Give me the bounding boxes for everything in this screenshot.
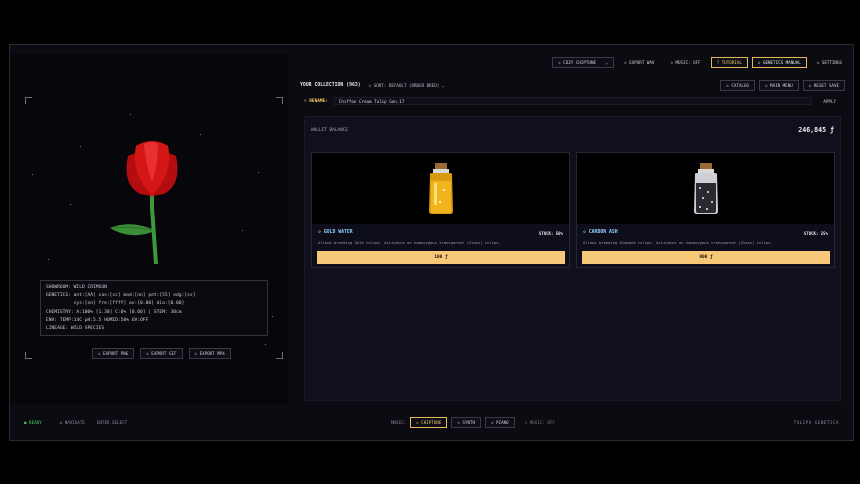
export-gif-button[interactable]: ◇ EXPORT GIF (140, 348, 183, 359)
wallet-balance: 246,845 ƒ (798, 126, 834, 134)
info-line: SHOWROOM: WILD CRIMSON (46, 285, 107, 290)
item-image (312, 153, 569, 224)
catalog-button[interactable]: ◇ CATALOG (720, 80, 755, 91)
music-piano-button[interactable]: ◇ PIANO (485, 417, 515, 428)
apply-button[interactable]: APPLY (818, 98, 841, 105)
tulip-stem (150, 194, 158, 265)
hotkey-navigate: ⇆ NAVIGATE (59, 419, 85, 425)
buy-gold-water-button[interactable]: 100 ƒ (317, 251, 565, 264)
collection-area: YOUR COLLECTION (963) ◇ SORT: DEFAULT (O… (300, 76, 845, 401)
main-menu-button[interactable]: ◇ MAIN MENU (759, 80, 799, 91)
diamond-icon: ◇ (318, 230, 321, 235)
shop-panel: WALLET BALANCE 246,845 ƒ ◇ GOLD WATER ST… (304, 116, 841, 401)
settings-button[interactable]: ◇ SETTINGS (811, 57, 848, 68)
tulip-leaf (110, 224, 152, 236)
item-image (577, 153, 834, 224)
frame-corner (276, 97, 283, 104)
buy-carbon-ash-button[interactable]: 900 ƒ (582, 251, 830, 264)
diamond-icon: ◇ (583, 230, 586, 235)
hotkey-enter: ENTER SELECT (96, 419, 128, 425)
collection-buttons: ◇ CATALOG ◇ MAIN MENU ◇ RESET SAVE (720, 80, 845, 91)
music-selector: MUSIC: ◇ CHIPTUNE ◇ SYNTH ◇ PIANO ◇ MUSI… (391, 417, 561, 428)
info-line: sys:[nn] fre:[ffff] av:[0.00] dia:[0.00] (46, 301, 185, 307)
music-synth-button[interactable]: ◇ SYNTH (451, 417, 482, 428)
info-line: CHEMISTRY: A:100% [1.30] C:0% [0.00] | S… (46, 309, 182, 315)
export-mp4-button[interactable]: ◇ EXPORT MP4 (188, 348, 231, 359)
rename-row: ✎ RENAME: APPLY (304, 97, 841, 105)
item-name: CARBON ASH (588, 230, 618, 235)
music-label: MUSIC: (391, 420, 407, 425)
item-description: Allows breeding Diamond tulips. Activate… (583, 240, 773, 245)
collection-header: YOUR COLLECTION (963) ◇ SORT: DEFAULT (O… (300, 80, 845, 91)
chevron-down-icon: ⌄ (605, 60, 609, 65)
rename-input[interactable] (333, 97, 813, 105)
info-line: LINEAGE: WILD SPECIES (46, 326, 105, 332)
export-wav-button[interactable]: ◇ EXPORT WAV (618, 57, 660, 68)
export-buttons: ◇ EXPORT PNG ◇ EXPORT GIF ◇ EXPORT MP4 (92, 348, 231, 359)
collection-title: YOUR COLLECTION (963) (300, 83, 361, 88)
frame-corner (276, 352, 283, 359)
shop-item-carbon-ash: ◇ CARBON ASH STOCK: 25% Allows breeding … (576, 152, 835, 268)
top-toolbar: ◇ COZY CHIPTUNE ⌄ ◇ EXPORT WAV ◇ MUSIC: … (552, 57, 848, 68)
music-off-button[interactable]: ◇ MUSIC: OFF (519, 417, 561, 428)
genetics-info-box: SHOWROOM: WILD CRIMSON GENETICS: ant:[AA… (40, 280, 268, 336)
brand-label: TULIPA GENETICA (793, 419, 839, 425)
item-name: GOLD WATER (323, 230, 353, 235)
info-line: ENV: TEMP:14C pH:5.5 HUMID:50% UV:OFF (46, 317, 149, 323)
item-description: Allows breeding Gold tulips. Activates o… (318, 240, 501, 245)
info-line: GENETICS: ant:[AA] cas:[cc] mod:[nn] pet… (46, 293, 196, 299)
palette-select[interactable]: ◇ COZY CHIPTUNE ⌄ (552, 57, 615, 68)
status-bar: ● READY ⇆ NAVIGATE ENTER SELECT MUSIC: ◇… (10, 413, 853, 431)
item-title: ◇ GOLD WATER (318, 230, 353, 235)
ready-status: ● READY (24, 419, 42, 425)
shop-item-gold-water: ◇ GOLD WATER STOCK: 50% Allows breeding … (311, 152, 570, 268)
frame-corner (25, 97, 32, 104)
ash-jar-icon (694, 163, 718, 214)
tutorial-button[interactable]: ? TUTORIAL (710, 57, 748, 68)
music-toggle-button[interactable]: ◇ MUSIC: OFF (664, 57, 706, 68)
item-title: ◇ CARBON ASH (583, 230, 618, 235)
wallet-label: WALLET BALANCE (311, 128, 349, 133)
sort-dropdown[interactable]: ◇ SORT: DEFAULT (ORDER BRED) ⌄ (369, 83, 445, 88)
item-stock: STOCK: 50% (538, 231, 563, 236)
frame-corner (25, 352, 32, 359)
music-chiptune-button[interactable]: ◇ CHIPTUNE (410, 417, 448, 428)
rename-label: ✎ RENAME: (304, 98, 328, 104)
reset-save-button[interactable]: ◇ RESET SAVE (802, 80, 845, 91)
genetics-manual-button[interactable]: ◇ GENETICS MANUAL (751, 57, 807, 68)
tulip-illustration (110, 141, 178, 265)
export-png-button[interactable]: ◇ EXPORT PNG (92, 348, 135, 359)
palette-select-label: ◇ COZY CHIPTUNE (558, 60, 596, 65)
gold-jar-icon (429, 163, 453, 214)
item-stock: STOCK: 25% (803, 231, 828, 236)
